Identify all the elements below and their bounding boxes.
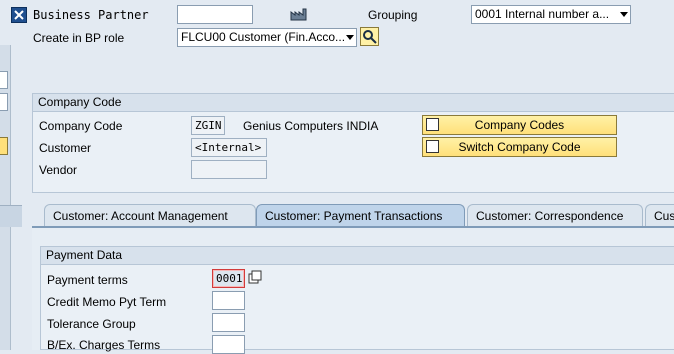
role-select[interactable]: FLCU00 Customer (Fin.Acco... <box>177 28 357 47</box>
customer-label: Customer <box>39 141 92 155</box>
credit-memo-label: Credit Memo Pyt Term <box>47 295 167 309</box>
grouping-label: Grouping <box>368 8 418 22</box>
tab-account-management[interactable]: Customer: Account Management <box>44 204 256 226</box>
left-panel-edge <box>0 45 11 350</box>
payment-terms-label: Payment terms <box>47 273 128 287</box>
company-code-value: ZGIN <box>191 116 225 135</box>
payment-data-title: Payment Data <box>41 247 674 265</box>
tab-more[interactable]: Cus <box>645 204 674 226</box>
left-dropdown-2[interactable] <box>0 93 8 111</box>
role-label: Create in BP role <box>33 31 125 45</box>
tab-label: Customer: Correspondence <box>476 209 624 223</box>
grouping-value: 0001 Internal number a... <box>475 7 610 21</box>
company-code-label: Company Code <box>39 119 123 133</box>
left-dropdown-1[interactable] <box>0 71 8 89</box>
vendor-value <box>191 160 267 179</box>
role-value: FLCU00 Customer (Fin.Acco... <box>181 30 346 44</box>
value-help-icon[interactable] <box>247 270 263 286</box>
payment-terms-input[interactable]: 0001 <box>212 269 245 288</box>
grouping-select[interactable]: 0001 Internal number a... <box>471 5 631 24</box>
vendor-label: Vendor <box>39 163 78 177</box>
tab-label: Customer: Account Management <box>53 209 228 223</box>
tab-payment-transactions[interactable]: Customer: Payment Transactions <box>256 204 465 226</box>
business-partner-input[interactable] <box>177 5 253 24</box>
tab-label: Customer: Payment Transactions <box>265 209 443 223</box>
chevron-down-icon <box>620 12 628 17</box>
tab-label: Cus <box>654 209 674 223</box>
factory-icon[interactable] <box>290 7 308 21</box>
chevron-down-icon <box>346 35 354 40</box>
company-codes-icon <box>426 118 439 131</box>
company-code-section-title: Company Code <box>33 94 674 112</box>
switch-icon <box>426 140 439 153</box>
company-codes-button[interactable]: Company Codes <box>422 115 617 135</box>
left-button[interactable] <box>0 137 8 155</box>
company-name: Genius Computers INDIA <box>243 119 379 133</box>
bex-charges-input[interactable] <box>212 335 245 354</box>
customer-value: <Internal> <box>191 138 267 157</box>
credit-memo-input[interactable] <box>212 291 245 310</box>
search-icon[interactable] <box>360 27 379 46</box>
company-codes-label: Company Codes <box>474 118 565 132</box>
tab-correspondence[interactable]: Customer: Correspondence <box>467 204 643 226</box>
switch-company-code-label: Switch Company Code <box>458 140 581 154</box>
business-partner-label: Business Partner <box>33 8 149 22</box>
switch-company-code-button[interactable]: Switch Company Code <box>422 137 617 157</box>
left-tab-strip <box>0 205 22 227</box>
bp-toggle-icon[interactable] <box>11 7 27 23</box>
tolerance-group-label: Tolerance Group <box>47 317 136 331</box>
tolerance-group-input[interactable] <box>212 313 245 332</box>
